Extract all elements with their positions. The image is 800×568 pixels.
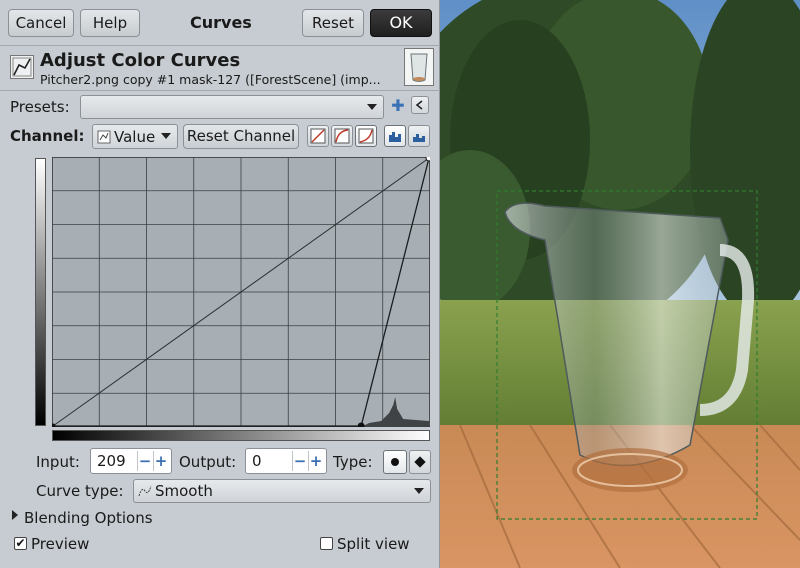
chevron-down-icon: [367, 104, 377, 110]
channel-value: Value: [114, 128, 156, 146]
help-button[interactable]: Help: [80, 9, 140, 37]
dialog-title: Curves: [190, 13, 252, 32]
curves-tool-icon: [10, 55, 34, 79]
chevron-down-icon: [414, 488, 424, 494]
minus-icon[interactable]: −: [292, 451, 307, 471]
output-label: Output:: [179, 453, 237, 471]
output-value: 0: [252, 452, 262, 470]
plus-icon[interactable]: +: [153, 451, 168, 471]
linear-histogram-icon[interactable]: [307, 125, 329, 147]
input-value: 209: [97, 452, 126, 470]
curves-dialog: Cancel Help Curves Reset OK Adjust Color…: [0, 0, 440, 568]
curve-type-combo[interactable]: Smooth: [133, 479, 431, 503]
minus-icon[interactable]: −: [137, 451, 152, 471]
corner-point-icon[interactable]: [409, 450, 431, 474]
split-view-label: Split view: [337, 535, 410, 553]
curve-mode-icon[interactable]: [355, 125, 377, 147]
curve-control-point[interactable]: [52, 423, 56, 427]
preset-menu-icon[interactable]: [411, 96, 429, 114]
presets-combo[interactable]: [80, 95, 384, 119]
channel-combo[interactable]: Value: [92, 124, 178, 149]
log-histogram-icon[interactable]: [331, 125, 353, 147]
curve-graph[interactable]: [52, 157, 430, 427]
cancel-button[interactable]: Cancel: [8, 9, 74, 37]
curve-control-point[interactable]: [425, 157, 430, 162]
log-scale-icon[interactable]: [408, 125, 430, 147]
curve-type-value: Smooth: [155, 482, 213, 500]
input-gradient-bar: [52, 430, 430, 441]
header-subtitle: Pitcher2.png copy #1 mask-127 ([ForestSc…: [40, 72, 381, 87]
header-title: Adjust Color Curves: [40, 50, 241, 71]
type-label: Type:: [333, 453, 373, 471]
value-channel-icon: [97, 130, 111, 144]
curve-type-label: Curve type:: [36, 482, 124, 500]
split-view-checkbox[interactable]: [320, 537, 333, 550]
input-label: Input:: [36, 453, 80, 471]
output-gradient-bar: [35, 158, 46, 426]
plus-icon[interactable]: +: [308, 451, 323, 471]
add-preset-icon[interactable]: ✚: [390, 98, 406, 114]
presets-label: Presets:: [10, 98, 70, 116]
output-spinner[interactable]: 0 − +: [245, 448, 327, 474]
smooth-point-icon[interactable]: [383, 450, 407, 474]
ok-button[interactable]: OK: [370, 9, 432, 37]
curve-control-point[interactable]: [357, 422, 365, 427]
channel-label: Channel:: [10, 127, 85, 145]
reset-button[interactable]: Reset: [302, 9, 364, 37]
input-spinner[interactable]: 209 − +: [90, 448, 172, 474]
preview-label: Preview: [31, 535, 90, 553]
expander-arrow-icon[interactable]: [12, 510, 18, 520]
linear-scale-icon[interactable]: [384, 125, 406, 147]
layer-thumbnail: [404, 48, 434, 86]
preview-checkbox[interactable]: ✔: [14, 537, 27, 550]
blending-options-expander[interactable]: Blending Options: [24, 509, 153, 527]
chevron-down-icon: [161, 133, 171, 139]
reset-channel-button[interactable]: Reset Channel: [183, 124, 299, 149]
smooth-curve-icon: [138, 485, 152, 497]
